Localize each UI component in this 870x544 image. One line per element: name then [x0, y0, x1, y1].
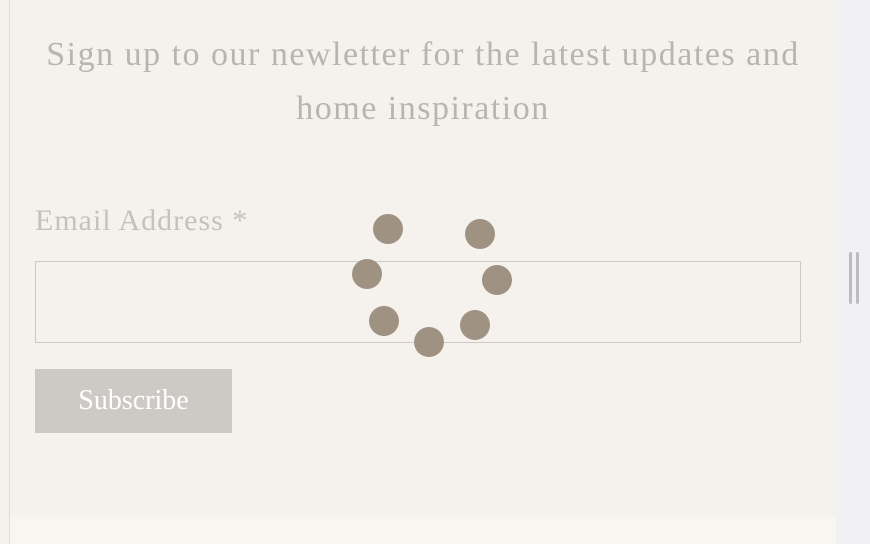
scrollbar-handle[interactable]	[849, 252, 861, 304]
spinner-dot	[465, 219, 495, 249]
spinner-dot	[482, 265, 512, 295]
newsletter-heading: Sign up to our newletter for the latest …	[30, 28, 816, 136]
email-label-text: Email Address	[35, 204, 224, 237]
spinner-dot	[414, 327, 444, 357]
spinner-dot	[369, 306, 399, 336]
subscribe-button[interactable]: Subscribe	[35, 369, 232, 433]
footer-strip	[10, 517, 836, 544]
spinner-dot	[352, 259, 382, 289]
heading-line-1: Sign up to our newletter for the latest …	[46, 36, 800, 73]
email-label: Email Address *	[35, 204, 248, 238]
required-marker: *	[232, 204, 249, 237]
heading-line-2: home inspiration	[296, 90, 550, 127]
loading-spinner-icon	[352, 214, 512, 357]
spinner-dot	[460, 310, 490, 340]
left-panel-edge	[0, 0, 10, 544]
newsletter-section: Sign up to our newletter for the latest …	[10, 0, 836, 517]
spinner-dot	[373, 214, 403, 244]
